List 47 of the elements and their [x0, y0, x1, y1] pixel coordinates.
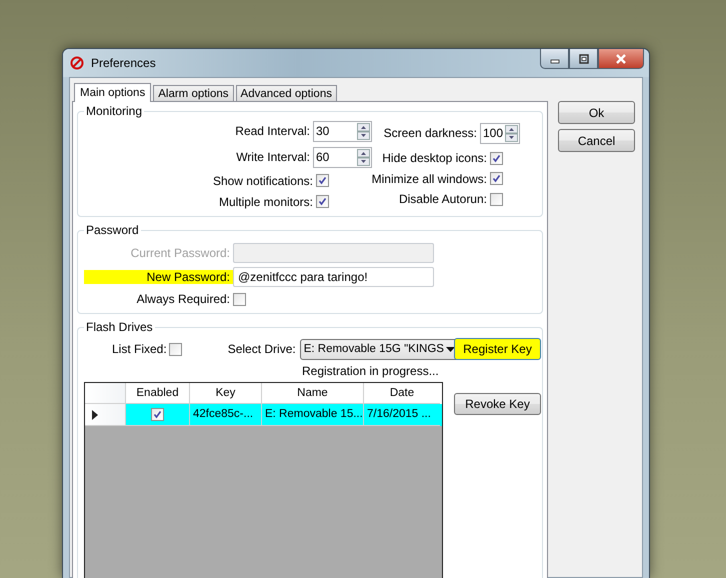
table-cell: 42fce85c-...	[190, 404, 262, 426]
field-label: Current Password:	[130, 246, 231, 260]
checkbox[interactable]	[316, 195, 329, 208]
checkbox[interactable]	[233, 292, 246, 306]
checkbox[interactable]	[490, 192, 503, 206]
table-cell: E: Removable 15...	[262, 404, 364, 426]
maximize-icon	[578, 54, 588, 64]
field-label: Write Interval:	[236, 150, 310, 164]
field-label: Disable Autorun:	[398, 192, 487, 206]
checkbox[interactable]	[316, 174, 329, 187]
field-label: Select Drive:	[228, 342, 296, 356]
tab[interactable]: Alarm options	[153, 85, 234, 101]
checkbox[interactable]	[490, 172, 503, 186]
field-label: Show notifications:	[212, 174, 313, 188]
window-title: Preferences	[91, 56, 156, 70]
checkbox[interactable]	[168, 342, 182, 356]
table-row[interactable]: 42fce85c-... E: Removable 15... 7/16/2015 ...	[85, 404, 442, 426]
row-pointer-icon	[92, 410, 98, 420]
maximize-button[interactable]	[569, 49, 598, 69]
prohibited-icon	[70, 56, 84, 70]
field-label: Minimize all windows:	[372, 172, 487, 186]
group-title: Password	[84, 223, 141, 237]
field-label: Always Required:	[136, 292, 231, 306]
tab[interactable]: Advanced options	[236, 85, 337, 101]
button[interactable]: Revoke Key	[454, 393, 541, 415]
field-label: List Fixed:	[112, 342, 167, 356]
checkbox[interactable]	[490, 152, 503, 165]
row-header	[85, 383, 126, 404]
checkbox[interactable]	[151, 408, 164, 421]
minimize-button[interactable]	[540, 49, 569, 69]
button[interactable]: Cancel	[558, 129, 635, 152]
table-cell: 7/16/2015 ...	[364, 404, 440, 426]
tab[interactable]: Main options	[74, 83, 152, 102]
field-label: Read Interval:	[235, 124, 310, 138]
caret-icon	[446, 346, 455, 352]
password-field[interactable]: @zenitfccc para taringo!	[233, 267, 434, 287]
button[interactable]: Ok	[558, 101, 635, 124]
group-title: Monitoring	[84, 104, 144, 118]
close-icon	[615, 54, 627, 64]
field-label: Hide desktop icons:	[382, 151, 487, 166]
button[interactable]: Register Key	[454, 338, 541, 360]
group-title: Flash Drives	[84, 320, 155, 334]
field-label: New Password:	[84, 270, 233, 284]
field-label: Screen darkness:	[384, 126, 477, 140]
field-label: Multiple monitors:	[218, 194, 313, 208]
close-button[interactable]	[598, 49, 644, 69]
status-text: Registration in progress...	[301, 363, 440, 380]
